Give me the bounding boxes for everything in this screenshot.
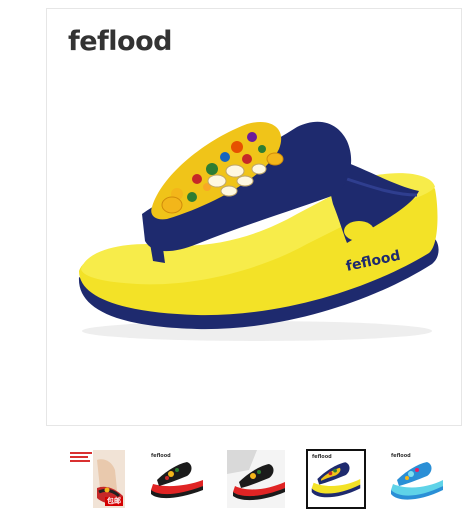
thumbnail-brand: feflood: [151, 453, 171, 459]
thumbnail-1[interactable]: 包邮: [66, 449, 126, 509]
thumbnail-5[interactable]: feflood: [386, 449, 446, 509]
thumbnail-brand: feflood: [312, 454, 332, 460]
main-image-frame[interactable]: feflood feflood: [46, 8, 462, 426]
thumbnail-strip: 包邮 feflood feflood feflood: [0, 449, 464, 511]
thumbnail-3[interactable]: [226, 449, 286, 509]
thumbnail-2[interactable]: feflood: [146, 449, 206, 509]
product-image: feflood: [78, 121, 439, 341]
promo-text-lines: [70, 452, 92, 464]
thumbnail-brand: feflood: [391, 453, 411, 459]
free-shipping-badge: 包邮: [105, 497, 123, 506]
thumbnail-3-image: [227, 450, 285, 508]
thumbnail-4[interactable]: feflood: [306, 449, 366, 509]
